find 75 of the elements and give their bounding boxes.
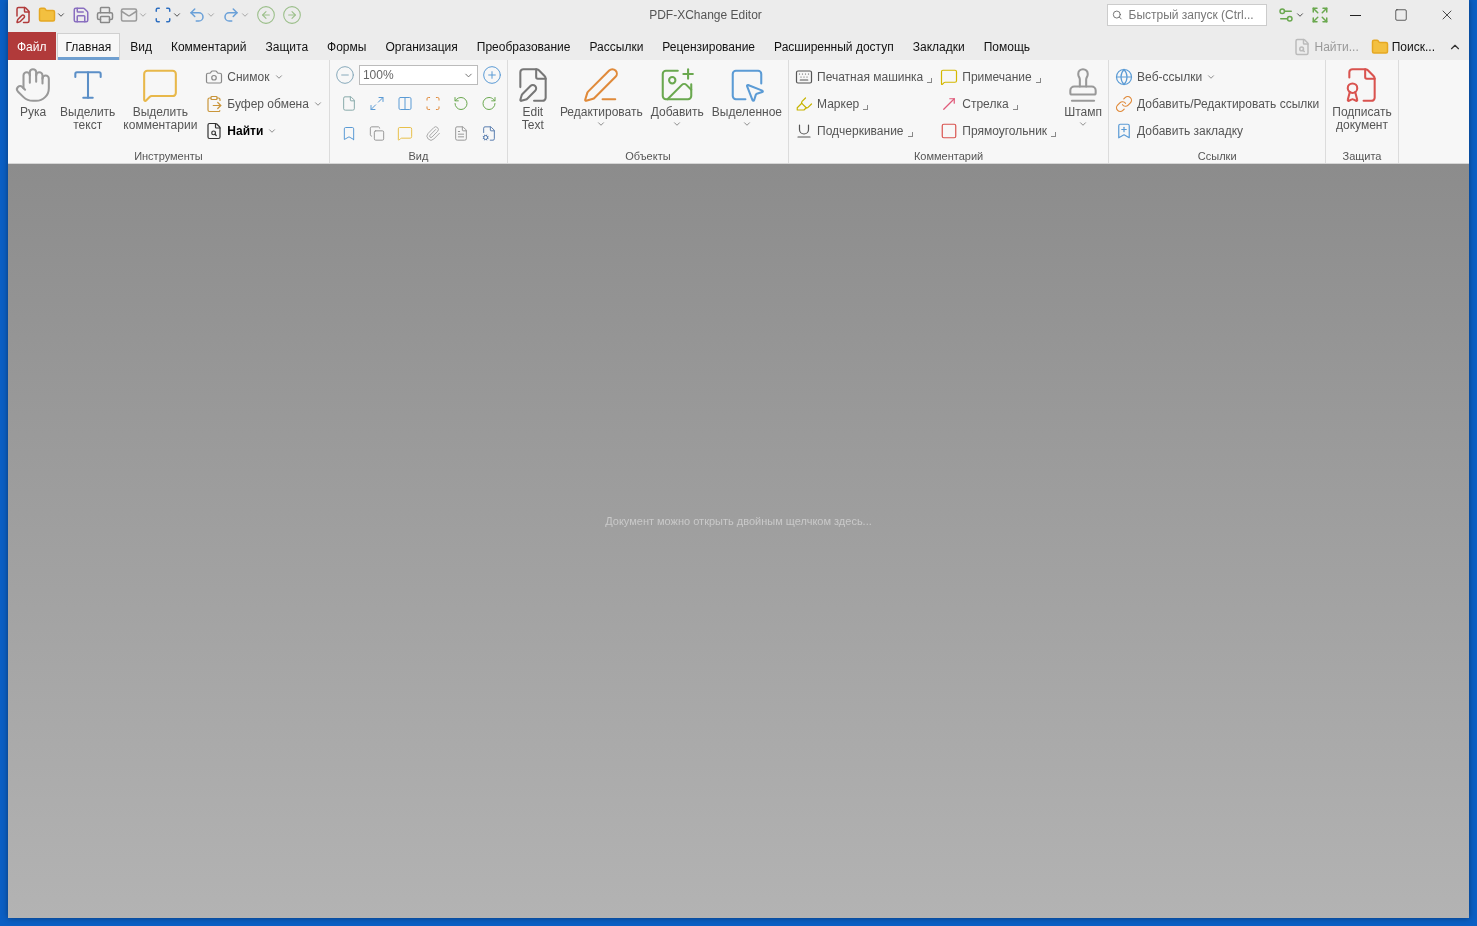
ribbon-button[interactable]: Стрелка xyxy=(937,91,1060,116)
ribbon-button[interactable]: Найти xyxy=(202,118,326,143)
ribbon-tab[interactable]: Рассылки xyxy=(580,33,653,60)
chevron-icon xyxy=(596,119,607,129)
ribbon-tab[interactable]: Преобразование xyxy=(467,33,580,60)
typewriter-icon xyxy=(795,67,813,86)
edit-object-icon xyxy=(582,66,621,104)
search-field[interactable]: Быстрый запуск (Ctrl... xyxy=(1107,4,1267,26)
ribbon-button[interactable]: Снимок xyxy=(202,64,326,89)
ribbon-tab[interactable]: Защита xyxy=(256,33,318,60)
ribbon-tab[interactable]: Организация xyxy=(376,33,467,60)
ribbon-tab[interactable]: Формы xyxy=(318,33,376,60)
ribbon-button[interactable]: Edit Text xyxy=(510,62,555,134)
hand-icon xyxy=(14,66,52,104)
forward-icon[interactable] xyxy=(280,3,304,27)
chevron-icon xyxy=(672,119,683,129)
ribbon-button[interactable]: Рука xyxy=(11,62,55,121)
ribbon-button[interactable]: Выделенное xyxy=(708,62,785,131)
ribbon-button[interactable]: Добавить/Редактировать ссылки xyxy=(1112,91,1323,116)
file-menu-tab[interactable]: Файл xyxy=(8,32,56,60)
ribbon-button[interactable]: Подчеркивание xyxy=(792,118,936,143)
clipboard-icon xyxy=(205,94,224,113)
maximize-icon xyxy=(1394,8,1408,22)
group-label: Инструменты xyxy=(133,149,204,163)
group-label: Защита xyxy=(1341,149,1383,163)
underline-icon xyxy=(795,121,813,140)
ribbon-button[interactable]: Прямоугольник xyxy=(937,118,1060,143)
search-folder-icon xyxy=(1370,38,1389,56)
find-document-icon xyxy=(1293,38,1312,56)
ribbon-tab[interactable]: Рецензирование xyxy=(653,33,765,60)
ribbon-button[interactable]: Редактировать xyxy=(556,62,646,131)
ribbon-button[interactable]: Примечание xyxy=(937,64,1060,89)
ribbon-button[interactable]: Буфер обмена xyxy=(202,91,326,116)
note-icon xyxy=(940,67,959,86)
ribbon-button[interactable]: Добавить закладку xyxy=(1112,118,1323,143)
more-options-icon[interactable] xyxy=(1035,78,1041,83)
highlighter-icon xyxy=(795,94,813,113)
ribbon-button[interactable]: Маркер xyxy=(792,91,936,116)
rectangle-icon xyxy=(940,121,959,140)
more-options-icon[interactable] xyxy=(927,78,933,83)
minimize-icon xyxy=(1349,14,1361,16)
ribbon-button[interactable]: Штамп xyxy=(1061,62,1106,131)
zoom-in-icon[interactable] xyxy=(481,65,502,85)
ribbon-tab[interactable]: Комментарий xyxy=(161,33,256,60)
back-icon[interactable] xyxy=(254,3,278,27)
globe-icon xyxy=(1115,67,1134,86)
more-options-icon[interactable] xyxy=(863,105,869,110)
group-label: Ссылки xyxy=(1196,149,1238,163)
find-icon xyxy=(205,121,224,140)
more-options-icon[interactable] xyxy=(1012,105,1018,110)
camera-icon xyxy=(205,67,224,86)
link-icon xyxy=(1115,94,1134,113)
ribbon-button[interactable]: Веб-ссылки xyxy=(1112,64,1323,89)
ribbon-tab[interactable]: Главная xyxy=(56,33,121,60)
window-title: PDF-XChange Editor xyxy=(648,8,763,22)
ribbon-button[interactable]: Выделить текст xyxy=(57,62,119,134)
ribbon-tab[interactable]: Вид xyxy=(121,33,161,60)
ribbon-button[interactable]: Добавить xyxy=(647,62,707,131)
group-label: Вид xyxy=(407,149,430,163)
search-tool-button[interactable]: Поиск... xyxy=(1364,34,1441,60)
chevron-icon xyxy=(741,119,752,129)
ribbon-button[interactable]: Подписать документ xyxy=(1329,62,1395,134)
more-options-icon[interactable] xyxy=(1051,132,1057,137)
ribbon-tab[interactable]: Помощь xyxy=(974,33,1039,60)
more-options-icon[interactable] xyxy=(907,132,913,137)
zoom-out-icon[interactable] xyxy=(334,65,355,85)
ribbon-tab[interactable]: Расширенный доступ xyxy=(765,33,903,60)
ribbon-button[interactable]: Печатная машинка xyxy=(792,64,936,89)
group-label: Комментарий xyxy=(912,149,985,163)
search-icon xyxy=(1112,9,1123,21)
zoom-field[interactable]: 100% xyxy=(358,65,478,85)
chevron-icon xyxy=(1078,119,1089,129)
ribbon-button[interactable]: Выделить комментарии xyxy=(120,62,201,134)
group-label: Объекты xyxy=(624,149,672,163)
ribbon-tab[interactable]: Закладки xyxy=(903,33,974,60)
